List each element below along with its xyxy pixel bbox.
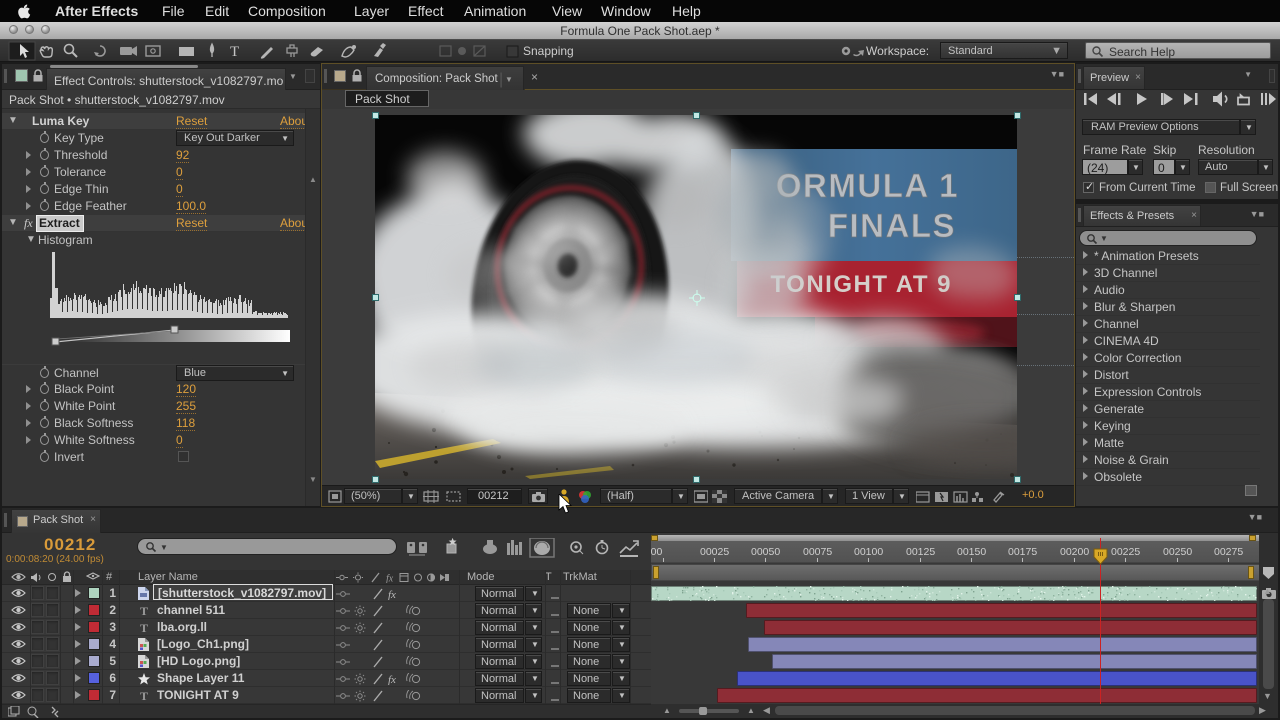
svg-text:fx: fx (386, 574, 394, 584)
svg-text:fx: fx (388, 674, 396, 685)
svg-text:T: T (230, 44, 239, 60)
svg-text:fx: fx (388, 589, 396, 600)
svg-text:FINALS: FINALS (828, 207, 956, 244)
